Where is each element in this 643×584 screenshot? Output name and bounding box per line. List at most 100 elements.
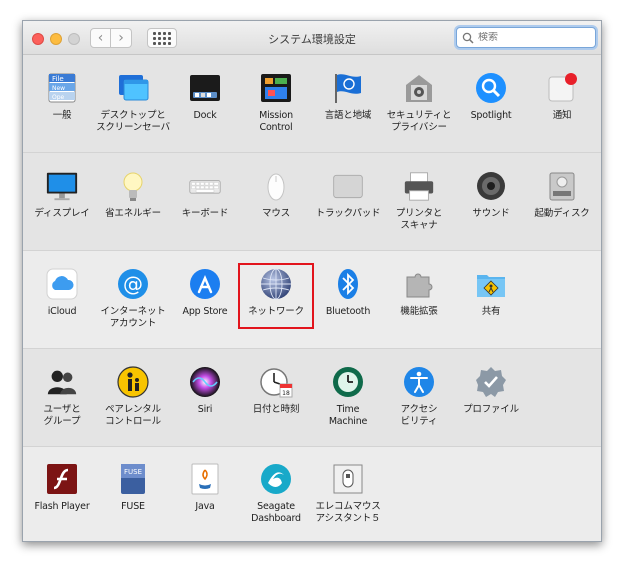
java-icon: [188, 462, 222, 496]
pref-pane-label: 言語と地域: [324, 110, 372, 121]
pref-pane-notifications[interactable]: 通知: [523, 71, 601, 122]
svg-text:FUSE: FUSE: [124, 468, 142, 476]
pref-pane-label: 機能拡張: [400, 306, 438, 317]
mouse-icon: [259, 169, 293, 203]
pref-pane-fuse[interactable]: FUSE FUSE: [94, 462, 172, 513]
pref-pane-elecom-mouse[interactable]: エレコムマウス アシスタント５: [309, 462, 387, 525]
energy-saver-icon: [116, 169, 150, 203]
startup-disk-icon: [545, 169, 579, 203]
pref-pane-sharing[interactable]: 共有: [452, 267, 530, 318]
pref-pane-label: 一般: [52, 110, 72, 121]
pref-pane-spotlight[interactable]: Spotlight: [452, 71, 530, 122]
pref-pane-label: エレコムマウス アシスタント５: [315, 501, 381, 524]
bluetooth-icon: [331, 267, 365, 301]
sharing-icon: [474, 267, 508, 301]
security-privacy-icon: [402, 71, 436, 105]
pref-pane-security-privacy[interactable]: セキュリティと プライバシー: [380, 71, 458, 134]
pref-pane-seagate-dashboard[interactable]: Seagate Dashboard: [237, 462, 315, 525]
elecom-mouse-icon: [331, 462, 365, 496]
pref-pane-bluetooth[interactable]: Bluetooth: [309, 267, 387, 318]
time-machine-icon: [331, 365, 365, 399]
accessibility-icon: [402, 365, 436, 399]
language-region-icon: [331, 71, 365, 105]
parental-controls-icon: [116, 365, 150, 399]
search-icon: [462, 32, 474, 44]
users-groups-icon: [45, 365, 79, 399]
desktop-screensaver-icon: [116, 71, 150, 105]
pref-pane-label: アクセシ ビリティ: [400, 404, 438, 427]
pref-pane-general[interactable]: File New Ope 一般: [23, 71, 101, 122]
pref-pane-parental-controls[interactable]: ペアレンタル コントロール: [94, 365, 172, 428]
extensions-icon: [402, 267, 436, 301]
pref-pane-flash-player[interactable]: Flash Player: [23, 462, 101, 513]
pref-pane-label: インターネット アカウント: [100, 306, 166, 329]
svg-text:18: 18: [282, 390, 290, 397]
pref-pane-label: Seagate Dashboard: [251, 501, 301, 524]
svg-text:Ope: Ope: [52, 94, 65, 101]
pref-pane-startup-disk[interactable]: 起動ディスク: [523, 169, 601, 220]
pref-pane-label: FUSE: [121, 501, 145, 512]
printers-scanners-icon: [402, 169, 436, 203]
svg-text:File: File: [52, 75, 64, 83]
network-highlight-box: [238, 263, 314, 329]
svg-text:@: @: [123, 272, 143, 296]
system-preferences-window: ‹ › システム環境設定 File New Ope 一般 デスクトップと スクリーンセー…: [22, 20, 602, 542]
pref-pane-label: プリンタと スキャナ: [395, 208, 443, 231]
pref-pane-internet-accounts[interactable]: @ インターネット アカウント: [94, 267, 172, 330]
pref-pane-language-region[interactable]: 言語と地域: [309, 71, 387, 122]
pref-pane-siri[interactable]: Siri: [166, 365, 244, 416]
general-icon: File New Ope: [45, 71, 79, 105]
pref-pane-app-store[interactable]: App Store: [166, 267, 244, 318]
pref-pane-label: 通知: [552, 110, 572, 121]
pref-pane-mouse[interactable]: マウス: [237, 169, 315, 220]
internet-accounts-icon: @: [116, 267, 150, 301]
search-input[interactable]: [478, 32, 588, 43]
pref-pane-mission-control[interactable]: Mission Control: [237, 71, 315, 134]
pref-pane-printers-scanners[interactable]: プリンタと スキャナ: [380, 169, 458, 232]
pref-pane-sound[interactable]: サウンド: [452, 169, 530, 220]
pref-pane-label: ユーザと グループ: [43, 404, 81, 427]
pref-pane-label: Time Machine: [328, 404, 368, 427]
pref-pane-label: 共有: [481, 306, 501, 317]
pref-pane-label: キーボード: [181, 208, 229, 219]
displays-icon: [45, 169, 79, 203]
pref-pane-accessibility[interactable]: アクセシ ビリティ: [380, 365, 458, 428]
pref-pane-extensions[interactable]: 機能拡張: [380, 267, 458, 318]
pref-pane-label: Flash Player: [34, 501, 90, 512]
app-store-icon: [188, 267, 222, 301]
pref-pane-displays[interactable]: ディスプレイ: [23, 169, 101, 220]
title-bar: ‹ › システム環境設定: [23, 21, 601, 55]
pref-pane-label: Dock: [193, 110, 217, 121]
pref-pane-icloud[interactable]: iCloud: [23, 267, 101, 318]
pref-pane-label: 省エネルギー: [105, 208, 161, 219]
seagate-dashboard-icon: [259, 462, 293, 496]
svg-text:New: New: [52, 85, 65, 92]
notifications-icon: [545, 71, 579, 105]
pref-pane-label: ディスプレイ: [34, 208, 90, 219]
pref-pane-trackpad[interactable]: トラックパッド: [309, 169, 387, 220]
pref-pane-keyboard[interactable]: キーボード: [166, 169, 244, 220]
pref-pane-desktop-screensaver[interactable]: デスクトップと スクリーンセーバ: [94, 71, 172, 134]
sound-icon: [474, 169, 508, 203]
profiles-icon: [474, 365, 508, 399]
pref-pane-label: 起動ディスク: [534, 208, 590, 219]
icloud-icon: [45, 267, 79, 301]
pref-pane-label: 日付と時刻: [252, 404, 300, 415]
pref-pane-java[interactable]: Java: [166, 462, 244, 513]
pref-pane-label: iCloud: [47, 306, 77, 317]
pref-pane-label: ペアレンタル コントロール: [105, 404, 161, 427]
mission-control-icon: [259, 71, 293, 105]
pref-pane-users-groups[interactable]: ユーザと グループ: [23, 365, 101, 428]
pref-pane-energy-saver[interactable]: 省エネルギー: [94, 169, 172, 220]
pref-pane-date-time[interactable]: 18 日付と時刻: [237, 365, 315, 416]
pref-pane-label: セキュリティと プライバシー: [386, 110, 452, 133]
pref-pane-label: マウス: [262, 208, 290, 219]
pref-pane-time-machine[interactable]: Time Machine: [309, 365, 387, 428]
pref-pane-profiles[interactable]: プロファイル: [452, 365, 530, 416]
spotlight-icon: [474, 71, 508, 105]
pref-pane-label: App Store: [182, 306, 228, 317]
keyboard-icon: [188, 169, 222, 203]
pref-pane-dock[interactable]: Dock: [166, 71, 244, 122]
search-field[interactable]: [456, 27, 596, 48]
fuse-icon: FUSE: [116, 462, 150, 496]
